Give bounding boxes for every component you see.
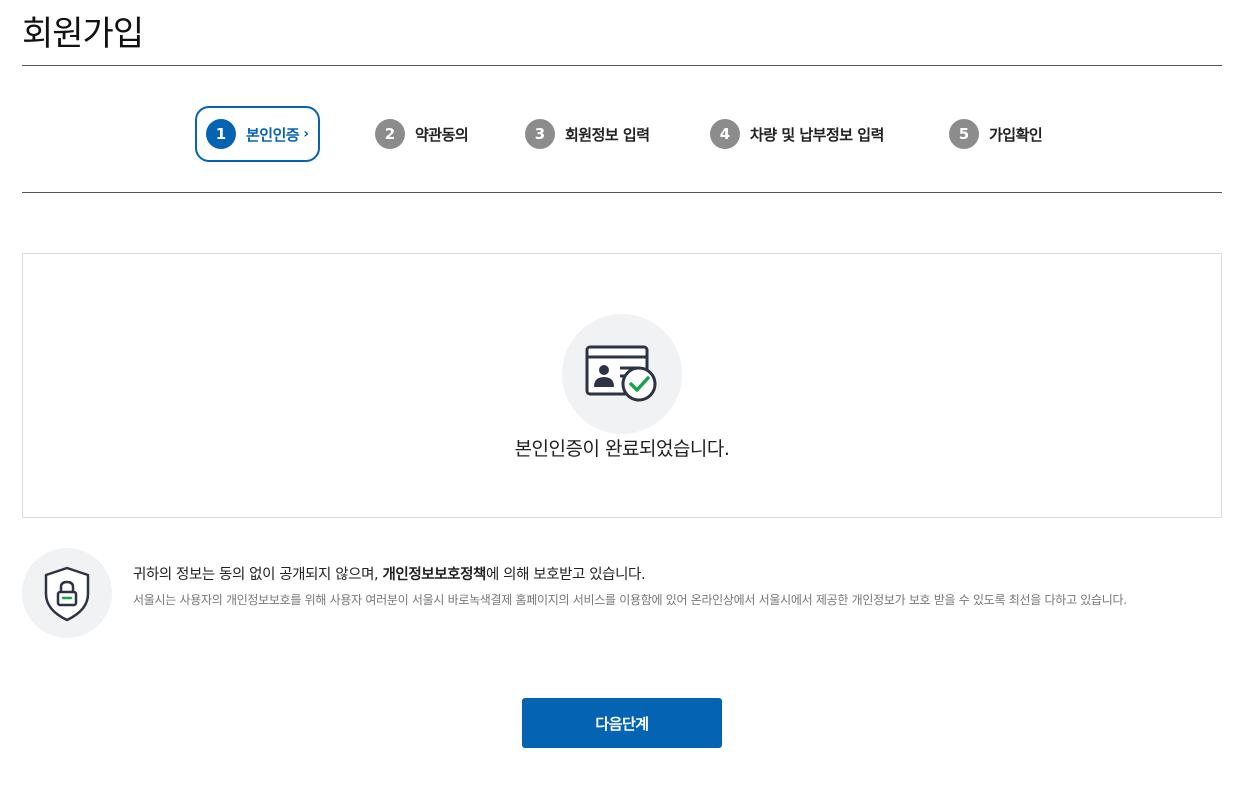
step-label: 가입확인: [989, 125, 1043, 144]
privacy-statement-prefix: 귀하의 정보는 동의 없이 공개되지 않으며,: [133, 567, 383, 583]
step-number: 5: [949, 119, 979, 149]
shield-lock-icon: [22, 548, 112, 638]
step-label: 약관동의: [415, 125, 469, 144]
title-divider: [22, 65, 1222, 66]
chevron-right-icon: ›: [303, 126, 309, 142]
privacy-statement: 귀하의 정보는 동의 없이 공개되지 않으며, 개인정보보호정책에 의해 보호받…: [133, 563, 646, 584]
verification-complete-message: 본인인증이 완료되었습니다.: [514, 438, 730, 460]
step-number: 2: [375, 119, 405, 149]
step-indicator: 1 본인인증 › 2 약관동의 3 회원정보 입력 4 차량 및 납부정보 입력…: [0, 106, 1240, 162]
verification-result-panel: 본인인증이 완료되었습니다.: [22, 253, 1222, 518]
next-step-button[interactable]: 다음단계: [522, 698, 722, 748]
step-4-vehicle-payment-info[interactable]: 4 차량 및 납부정보 입력: [710, 106, 884, 162]
page-title: 회원가입: [22, 14, 144, 54]
id-card-check-icon: [562, 314, 682, 434]
step-label: 본인인증: [246, 125, 300, 144]
step-label: 회원정보 입력: [565, 125, 650, 144]
step-3-member-info[interactable]: 3 회원정보 입력: [525, 106, 650, 162]
step-5-confirmation[interactable]: 5 가입확인: [949, 106, 1043, 162]
step-label: 차량 및 납부정보 입력: [750, 125, 884, 144]
privacy-statement-suffix: 에 의해 보호받고 있습니다.: [485, 567, 646, 583]
privacy-policy-link[interactable]: 개인정보보호정책: [382, 567, 486, 583]
privacy-detail-text: 서울시는 사용자의 개인정보보호를 위해 사용자 여러분이 서울시 바로녹색결제…: [133, 593, 1127, 607]
step-2-terms-agreement[interactable]: 2 약관동의: [375, 106, 469, 162]
step-1-identity-verification[interactable]: 1 본인인증 ›: [195, 106, 320, 162]
step-number: 3: [525, 119, 555, 149]
steps-divider: [22, 192, 1222, 193]
step-number: 4: [710, 119, 740, 149]
step-number: 1: [206, 119, 236, 149]
